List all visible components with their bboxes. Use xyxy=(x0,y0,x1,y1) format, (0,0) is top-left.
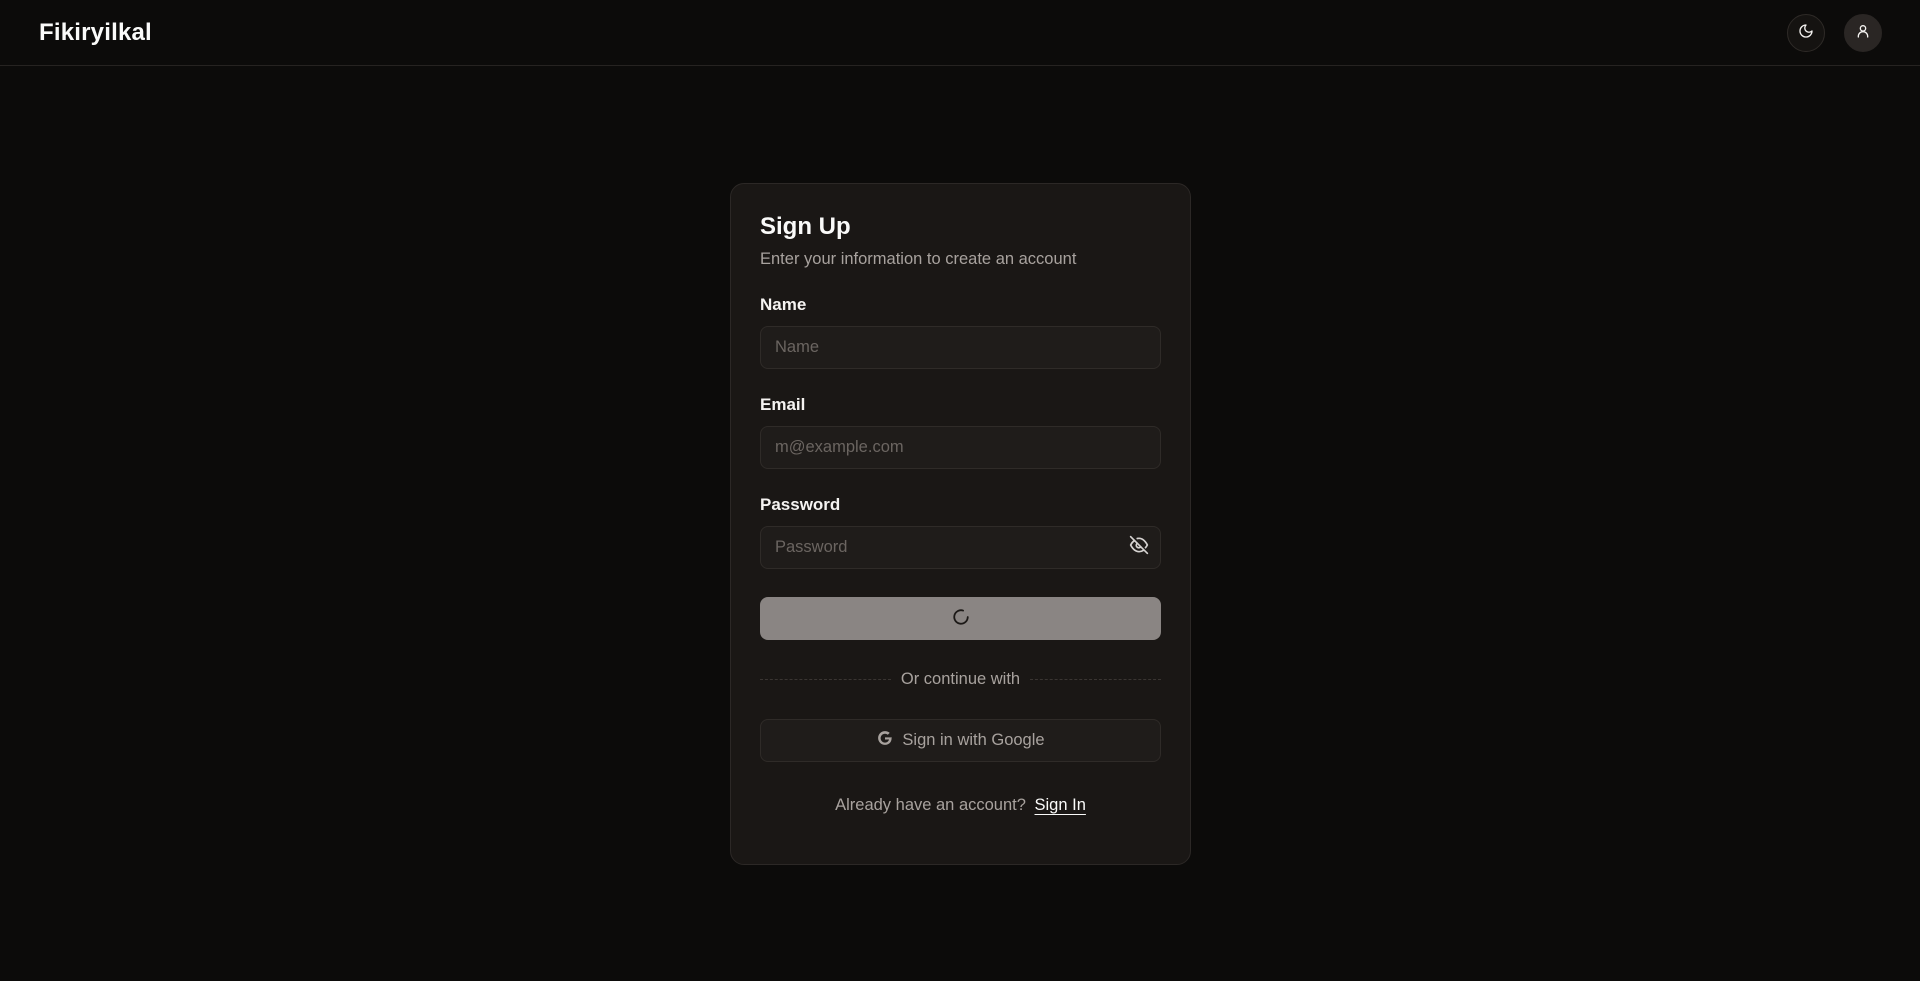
divider-line-left xyxy=(760,678,891,680)
card-title: Sign Up xyxy=(760,213,851,240)
google-icon xyxy=(876,729,894,752)
password-input[interactable] xyxy=(760,525,1161,569)
spinner-icon xyxy=(952,608,970,629)
divider: Or continue with xyxy=(760,669,1162,689)
signin-prompt: Already have an account? Sign In xyxy=(760,796,1161,815)
password-visibility-toggle[interactable] xyxy=(1128,535,1150,560)
signup-card: Sign Up Enter your information to create… xyxy=(730,183,1191,865)
user-icon xyxy=(1855,23,1871,44)
eye-off-icon xyxy=(1129,535,1149,560)
top-bar: Fikiryilkal xyxy=(0,0,1920,66)
create-account-button[interactable] xyxy=(760,596,1161,640)
name-field-group: Name xyxy=(760,295,1161,369)
moon-icon xyxy=(1798,23,1814,44)
email-label: Email xyxy=(760,394,806,414)
email-field-group: Email xyxy=(760,395,1161,469)
signin-link[interactable]: Sign In xyxy=(1035,796,1086,814)
card-subtitle: Enter your information to create an acco… xyxy=(760,249,1077,268)
password-label: Password xyxy=(760,494,841,514)
email-input[interactable] xyxy=(760,425,1161,469)
google-signin-button[interactable]: Sign in with Google xyxy=(760,718,1161,762)
divider-line-right xyxy=(1030,678,1162,680)
brand-logo[interactable]: Fikiryilkal xyxy=(39,19,152,47)
name-input[interactable] xyxy=(760,325,1161,369)
theme-toggle-button[interactable] xyxy=(1787,14,1825,52)
password-field-group: Password xyxy=(760,495,1161,569)
google-button-label: Sign in with Google xyxy=(902,730,1045,749)
user-menu-button[interactable] xyxy=(1844,14,1882,52)
signin-prompt-text: Already have an account? xyxy=(835,795,1026,814)
name-label: Name xyxy=(760,294,807,314)
header-actions xyxy=(1787,14,1882,52)
divider-text: Or continue with xyxy=(900,669,1021,688)
password-input-wrapper xyxy=(760,525,1161,569)
